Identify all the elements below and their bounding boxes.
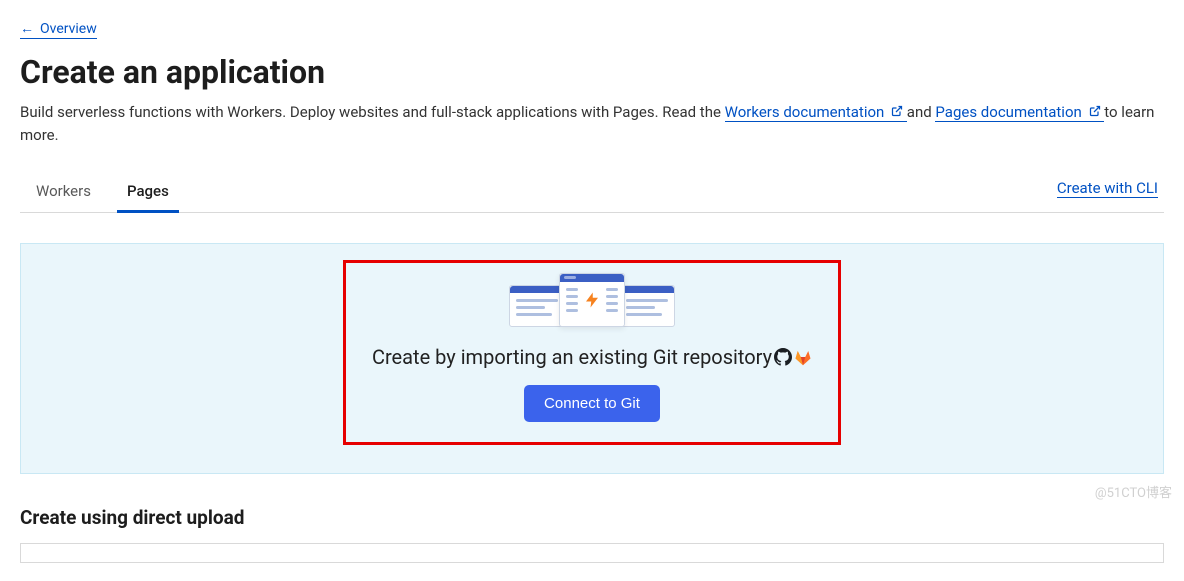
pages-illustration <box>370 273 814 327</box>
external-link-icon <box>1089 105 1101 117</box>
lightning-bolt-icon <box>583 288 601 312</box>
import-git-panel: Create by importing an existing Git repo… <box>20 243 1164 474</box>
highlight-annotation: Create by importing an existing Git repo… <box>343 260 841 445</box>
external-link-icon <box>891 105 903 117</box>
page-subtitle: Build serverless functions with Workers.… <box>20 101 1160 146</box>
direct-upload-panel <box>20 543 1164 563</box>
direct-upload-heading: Create using direct upload <box>20 506 1164 529</box>
page-title: Create an application <box>20 53 1164 91</box>
gitlab-icon <box>794 348 812 366</box>
back-link-label: Overview <box>40 21 97 37</box>
illustration-card-center <box>559 273 625 327</box>
workers-docs-link[interactable]: Workers documentation <box>725 103 907 122</box>
pages-docs-link[interactable]: Pages documentation <box>935 103 1104 122</box>
tab-pages[interactable]: Pages <box>123 174 173 212</box>
back-overview-link[interactable]: ← Overview <box>20 20 97 39</box>
create-with-cli-link[interactable]: Create with CLI <box>1057 179 1158 198</box>
illustration-card-left <box>509 285 565 327</box>
tab-bar: Workers Pages Create with CLI <box>20 174 1164 213</box>
tab-workers[interactable]: Workers <box>32 174 95 212</box>
connect-to-git-button[interactable]: Connect to Git <box>524 385 660 422</box>
import-card-title: Create by importing an existing Git repo… <box>372 345 812 369</box>
github-icon <box>774 348 792 366</box>
arrow-left-icon: ← <box>20 20 34 37</box>
illustration-card-right <box>619 285 675 327</box>
watermark-text: @51CTO博客 <box>1095 482 1172 501</box>
